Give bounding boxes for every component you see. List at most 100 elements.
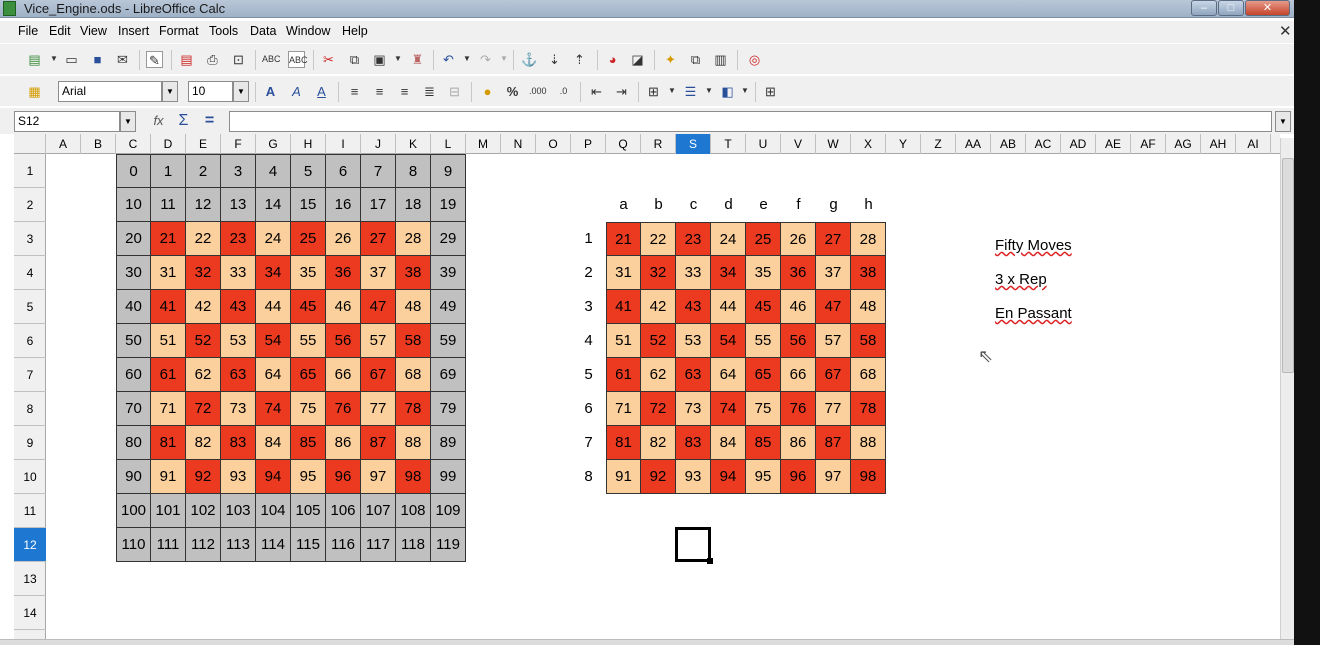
row-header[interactable]: 1 xyxy=(14,154,46,188)
board64-cell[interactable]: 24 xyxy=(711,222,746,256)
italic-icon[interactable]: A xyxy=(288,83,305,100)
board64-cell[interactable]: 83 xyxy=(676,426,711,460)
column-header[interactable]: P xyxy=(571,134,606,154)
redo-icon[interactable]: ↷ xyxy=(477,51,494,68)
board120-cell[interactable]: 54 xyxy=(256,324,291,358)
hyperlink-icon[interactable]: ⚓ xyxy=(521,51,538,68)
column-header[interactable]: H xyxy=(291,134,326,154)
board64-cell[interactable]: 46 xyxy=(781,290,816,324)
board120-cell[interactable]: 55 xyxy=(291,324,326,358)
column-header[interactable]: AI xyxy=(1236,134,1271,154)
background-color-icon[interactable]: ◧ xyxy=(719,83,736,100)
board120-cell[interactable]: 118 xyxy=(396,528,431,562)
board64-cell[interactable]: 64 xyxy=(711,358,746,392)
merge-cells-icon[interactable]: ⊟ xyxy=(446,83,463,100)
column-header[interactable]: AE xyxy=(1096,134,1131,154)
column-header[interactable]: AC xyxy=(1026,134,1061,154)
board120-cell[interactable]: 70 xyxy=(116,392,151,426)
board120-cell[interactable]: 16 xyxy=(326,188,361,222)
toggle-grid-icon[interactable]: ⊞ xyxy=(762,83,779,100)
board120-cell[interactable]: 39 xyxy=(431,256,466,290)
column-header[interactable]: I xyxy=(326,134,361,154)
board64-cell[interactable]: 98 xyxy=(851,460,886,494)
styles-icon[interactable]: ▦ xyxy=(26,83,43,100)
board120-cell[interactable]: 5 xyxy=(291,154,326,188)
board120-cell[interactable]: 72 xyxy=(186,392,221,426)
board64-cell[interactable]: 44 xyxy=(711,290,746,324)
board120-cell[interactable]: 33 xyxy=(221,256,256,290)
board120-cell[interactable]: 71 xyxy=(151,392,186,426)
column-header[interactable]: AF xyxy=(1131,134,1166,154)
column-header[interactable]: E xyxy=(186,134,221,154)
align-left-icon[interactable]: ≡ xyxy=(346,83,363,100)
board64-cell[interactable]: 27 xyxy=(816,222,851,256)
board120-cell[interactable]: 11 xyxy=(151,188,186,222)
sort-asc-icon[interactable]: ⇣ xyxy=(546,51,563,68)
board120-cell[interactable]: 23 xyxy=(221,222,256,256)
board120-cell[interactable]: 4 xyxy=(256,154,291,188)
board120-cell[interactable]: 46 xyxy=(326,290,361,324)
font-size-dropdown-icon[interactable]: ▼ xyxy=(233,81,249,102)
board120-cell[interactable]: 30 xyxy=(116,256,151,290)
column-header[interactable]: Y xyxy=(886,134,921,154)
board64-cell[interactable]: 35 xyxy=(746,256,781,290)
function-wizard-icon[interactable]: fx xyxy=(150,112,167,129)
board120-cell[interactable]: 91 xyxy=(151,460,186,494)
board120-cell[interactable]: 67 xyxy=(361,358,396,392)
new-dropdown-icon[interactable]: ▼ xyxy=(50,54,58,63)
board120-cell[interactable]: 49 xyxy=(431,290,466,324)
gallery-icon[interactable]: ⧉ xyxy=(687,51,704,68)
bold-icon[interactable]: A xyxy=(262,83,279,100)
board64-cell[interactable]: 84 xyxy=(711,426,746,460)
board120-cell[interactable]: 111 xyxy=(151,528,186,562)
board64-cell[interactable]: 26 xyxy=(781,222,816,256)
column-header[interactable]: J xyxy=(361,134,396,154)
menu-tools[interactable]: Tools xyxy=(209,24,238,38)
print-preview-icon[interactable]: ⊡ xyxy=(230,51,247,68)
undo-icon[interactable]: ↶ xyxy=(440,51,457,68)
column-header[interactable]: D xyxy=(151,134,186,154)
board120-cell[interactable]: 103 xyxy=(221,494,256,528)
board120-cell[interactable]: 22 xyxy=(186,222,221,256)
board64-cell[interactable]: 62 xyxy=(641,358,676,392)
chart-icon[interactable]: ◕ xyxy=(604,51,621,68)
close-document-icon[interactable]: ✕ xyxy=(1279,22,1292,40)
active-cell-cursor[interactable] xyxy=(675,527,713,564)
row-header[interactable]: 8 xyxy=(14,392,46,426)
board120-cell[interactable]: 66 xyxy=(326,358,361,392)
row-header[interactable]: 3 xyxy=(14,222,46,256)
board64-cell[interactable]: 36 xyxy=(781,256,816,290)
board120-cell[interactable]: 6 xyxy=(326,154,361,188)
board64-cell[interactable]: 41 xyxy=(606,290,641,324)
board120-cell[interactable]: 40 xyxy=(116,290,151,324)
menu-window[interactable]: Window xyxy=(286,24,330,38)
board120-cell[interactable]: 96 xyxy=(326,460,361,494)
board120-cell[interactable]: 12 xyxy=(186,188,221,222)
board120-cell[interactable]: 17 xyxy=(361,188,396,222)
board64-cell[interactable]: 28 xyxy=(851,222,886,256)
board120-cell[interactable]: 26 xyxy=(326,222,361,256)
board120-cell[interactable]: 52 xyxy=(186,324,221,358)
board64-cell[interactable]: 65 xyxy=(746,358,781,392)
formula-input[interactable] xyxy=(229,111,1272,132)
board120-cell[interactable]: 98 xyxy=(396,460,431,494)
board120-cell[interactable]: 113 xyxy=(221,528,256,562)
board120-cell[interactable]: 89 xyxy=(431,426,466,460)
board64-cell[interactable]: 91 xyxy=(606,460,641,494)
board120-cell[interactable]: 48 xyxy=(396,290,431,324)
board120-cell[interactable]: 107 xyxy=(361,494,396,528)
board120-cell[interactable]: 51 xyxy=(151,324,186,358)
board64-cell[interactable]: 21 xyxy=(606,222,641,256)
fill-handle[interactable] xyxy=(707,558,713,564)
board64-cell[interactable]: 93 xyxy=(676,460,711,494)
column-header[interactable]: AG xyxy=(1166,134,1201,154)
formula-expand-icon[interactable]: ▼ xyxy=(1275,111,1291,132)
board64-cell[interactable]: 42 xyxy=(641,290,676,324)
column-header[interactable]: AB xyxy=(991,134,1026,154)
board120-cell[interactable]: 81 xyxy=(151,426,186,460)
board120-cell[interactable]: 112 xyxy=(186,528,221,562)
board120-cell[interactable]: 80 xyxy=(116,426,151,460)
board120-cell[interactable]: 13 xyxy=(221,188,256,222)
clone-icon[interactable]: ♜ xyxy=(409,51,426,68)
board120-cell[interactable]: 21 xyxy=(151,222,186,256)
